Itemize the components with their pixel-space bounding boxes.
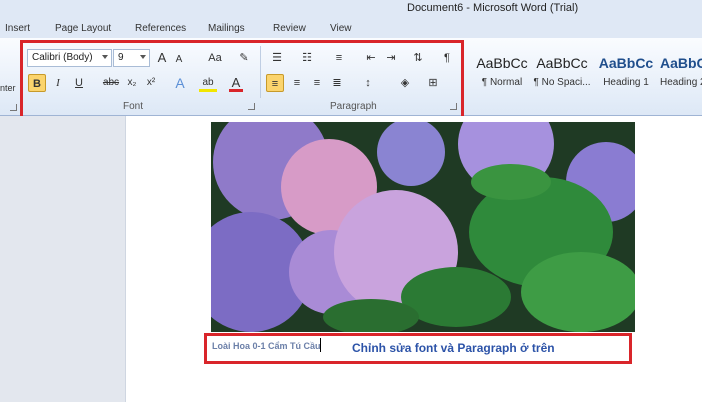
style-no-spacing[interactable]: AaBbCc ¶ No Spaci... xyxy=(530,46,594,102)
style-sample: AaBbCc xyxy=(598,55,654,71)
tab-page-layout[interactable]: Page Layout xyxy=(55,23,111,34)
hydrangea-image xyxy=(211,122,635,332)
style-label: Heading 2 xyxy=(660,77,702,88)
clipboard-group-edge-label: nter xyxy=(0,83,16,93)
style-label: Heading 1 xyxy=(603,77,649,88)
style-heading-2[interactable]: AaBbC Heading 2 xyxy=(660,46,702,102)
hydrangea-photo[interactable] xyxy=(211,122,635,332)
tab-view[interactable]: View xyxy=(330,23,352,34)
tab-references[interactable]: References xyxy=(135,23,186,34)
ribbon-highlight-box xyxy=(20,40,464,119)
style-label: ¶ No Spaci... xyxy=(533,77,591,88)
tab-mailings[interactable]: Mailings xyxy=(208,23,245,34)
annotation-text: Chỉnh sửa font và Paragraph ở trên xyxy=(352,341,555,355)
title-bar: Document6 - Microsoft Word (Trial) xyxy=(0,0,702,18)
tab-review[interactable]: Review xyxy=(273,23,306,34)
ribbon-tabs: Insert Page Layout References Mailings R… xyxy=(0,18,702,38)
style-sample: AaBbCc xyxy=(536,55,588,71)
style-sample: AaBbCc xyxy=(476,55,528,71)
tab-insert[interactable]: Insert xyxy=(5,23,30,34)
left-panel xyxy=(0,116,126,402)
style-sample: AaBbC xyxy=(660,55,702,71)
window-title: Document6 - Microsoft Word (Trial) xyxy=(407,2,579,14)
style-label: ¶ Normal xyxy=(481,77,523,88)
clipboard-dialog-launcher-icon[interactable] xyxy=(10,104,17,111)
style-heading-1[interactable]: AaBbCc Heading 1 xyxy=(594,46,658,102)
style-normal[interactable]: AaBbCc ¶ Normal xyxy=(470,46,534,102)
